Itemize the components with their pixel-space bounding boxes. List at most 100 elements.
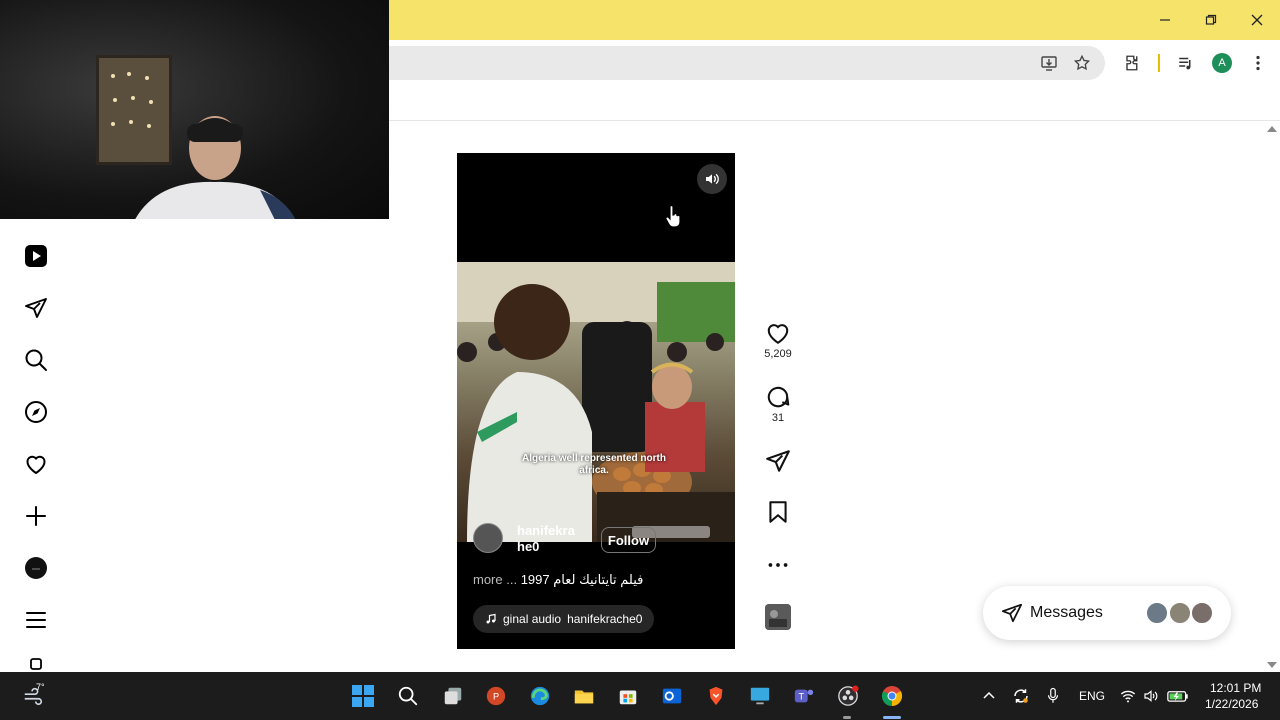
close-icon xyxy=(1251,14,1263,26)
star-icon xyxy=(1073,54,1091,71)
microphone-icon xyxy=(1047,687,1059,703)
mute-toggle-button[interactable] xyxy=(697,164,727,194)
sidebar-notifications[interactable] xyxy=(22,450,50,478)
reels-icon xyxy=(25,245,47,267)
sidebar-messages[interactable] xyxy=(22,294,50,322)
toolbar-divider xyxy=(1158,54,1160,72)
tray-sync[interactable] xyxy=(1008,683,1034,709)
audio-thumbnail[interactable] xyxy=(765,604,791,630)
browser-toolbar: A xyxy=(389,40,1280,86)
language-indicator[interactable]: ENG xyxy=(1079,689,1105,703)
comment-action[interactable]: 31 xyxy=(764,384,792,424)
taskbar-store[interactable] xyxy=(615,683,641,709)
taskbar-file-explorer[interactable] xyxy=(571,683,597,709)
message-contact-avatar xyxy=(1168,601,1192,625)
browser-titlebar xyxy=(389,0,1280,40)
send-icon xyxy=(1001,603,1023,623)
task-view-icon xyxy=(444,687,462,705)
clock-date[interactable]: 1/22/2026 xyxy=(1205,697,1258,711)
reel-username-line2: he0 xyxy=(517,539,540,554)
install-icon xyxy=(1041,56,1057,71)
heart-icon xyxy=(26,455,46,475)
sidebar-also-from-meta[interactable] xyxy=(22,654,50,674)
restore-button[interactable] xyxy=(1198,8,1224,32)
profile-avatar[interactable]: A xyxy=(1212,53,1232,73)
taskbar-search[interactable] xyxy=(395,683,421,709)
start-button[interactable] xyxy=(350,683,376,709)
taskbar-outlook[interactable] xyxy=(659,683,685,709)
sidebar-reels[interactable] xyxy=(22,242,50,270)
music-note-icon xyxy=(486,613,496,624)
search-icon xyxy=(25,349,47,371)
scroll-up-arrow[interactable] xyxy=(1266,124,1278,134)
sidebar-create[interactable] xyxy=(22,502,50,530)
restore-icon xyxy=(1205,14,1217,25)
square-icon xyxy=(30,658,42,670)
comment-icon xyxy=(767,386,790,408)
task-view[interactable] xyxy=(440,683,466,709)
show-hidden-icons-button[interactable] xyxy=(976,683,1002,709)
taskbar-teams[interactable]: T xyxy=(791,683,817,709)
tray-volume[interactable] xyxy=(1138,683,1164,709)
taskbar-edge[interactable] xyxy=(527,683,553,709)
share-action[interactable] xyxy=(764,448,792,474)
puzzle-icon xyxy=(1126,55,1138,71)
taskbar-chrome[interactable] xyxy=(879,683,905,709)
extensions-button[interactable] xyxy=(1121,51,1145,75)
save-action[interactable] xyxy=(764,499,792,525)
reel-username-line1: hanifekra xyxy=(517,523,575,538)
weather-temperature: 7° xyxy=(36,682,45,692)
comment-count: 31 xyxy=(771,412,785,424)
heart-icon xyxy=(767,324,789,344)
reel-author-avatar[interactable] xyxy=(473,523,503,553)
reel-video-player[interactable]: Algeria well represented north africa. h… xyxy=(457,153,735,649)
chevron-up-icon xyxy=(983,691,995,699)
sidebar-search[interactable] xyxy=(22,346,50,374)
send-icon xyxy=(25,298,47,318)
more-options-action[interactable] xyxy=(764,552,792,578)
sidebar-more[interactable] xyxy=(22,606,50,634)
windows-logo-icon xyxy=(352,685,374,707)
sidebar-explore[interactable] xyxy=(22,398,50,426)
browser-menu-button[interactable] xyxy=(1246,51,1270,75)
audio-original-label: ginal audio xyxy=(503,612,562,626)
minimize-button[interactable] xyxy=(1152,8,1178,32)
tray-microphone[interactable] xyxy=(1040,683,1066,709)
address-bar[interactable] xyxy=(389,46,1105,80)
clock-time[interactable]: 12:01 PM xyxy=(1210,681,1261,695)
svg-text:T: T xyxy=(798,692,804,702)
kebab-menu-icon xyxy=(1256,55,1260,71)
chrome-active-indicator xyxy=(883,716,901,719)
bookmark-icon xyxy=(769,501,787,523)
monitor-icon xyxy=(750,687,770,705)
reel-author-username[interactable]: hanifekra he0 xyxy=(517,523,597,555)
install-app-button[interactable] xyxy=(1037,51,1061,75)
store-icon xyxy=(619,690,637,705)
follow-button[interactable]: Follow xyxy=(601,527,656,553)
reel-audio-button[interactable]: ginal audio hanifekrache0 xyxy=(473,605,655,633)
messages-panel-button[interactable]: Messages xyxy=(983,586,1231,640)
webcam-overlay xyxy=(0,0,389,219)
tray-battery[interactable] xyxy=(1165,683,1191,709)
profile-avatar-icon xyxy=(25,557,47,579)
sidebar-profile[interactable] xyxy=(22,554,50,582)
like-action[interactable]: 5,209 xyxy=(764,320,792,360)
taskbar-powerpoint[interactable]: P xyxy=(483,683,509,709)
scroll-down-arrow[interactable] xyxy=(1266,660,1278,670)
hand-cursor-icon xyxy=(665,205,681,228)
close-window-button[interactable] xyxy=(1244,8,1270,32)
message-contact-avatar xyxy=(1145,601,1169,625)
more-link[interactable]: more ... xyxy=(473,572,517,587)
media-controls-button[interactable] xyxy=(1174,51,1198,75)
sync-icon xyxy=(1014,689,1028,703)
taskbar-brave[interactable] xyxy=(703,683,729,709)
audio-author-label: hanifekrache0 xyxy=(567,612,643,626)
bookmark-star-button[interactable] xyxy=(1070,51,1094,75)
taskbar-obs[interactable] xyxy=(835,683,861,709)
plus-icon xyxy=(26,506,46,526)
speaker-icon xyxy=(1144,690,1158,702)
taskbar-remote-desktop[interactable] xyxy=(747,683,773,709)
chrome-icon xyxy=(881,686,903,707)
obs-running-indicator xyxy=(843,716,851,719)
like-count: 5,209 xyxy=(764,348,792,360)
